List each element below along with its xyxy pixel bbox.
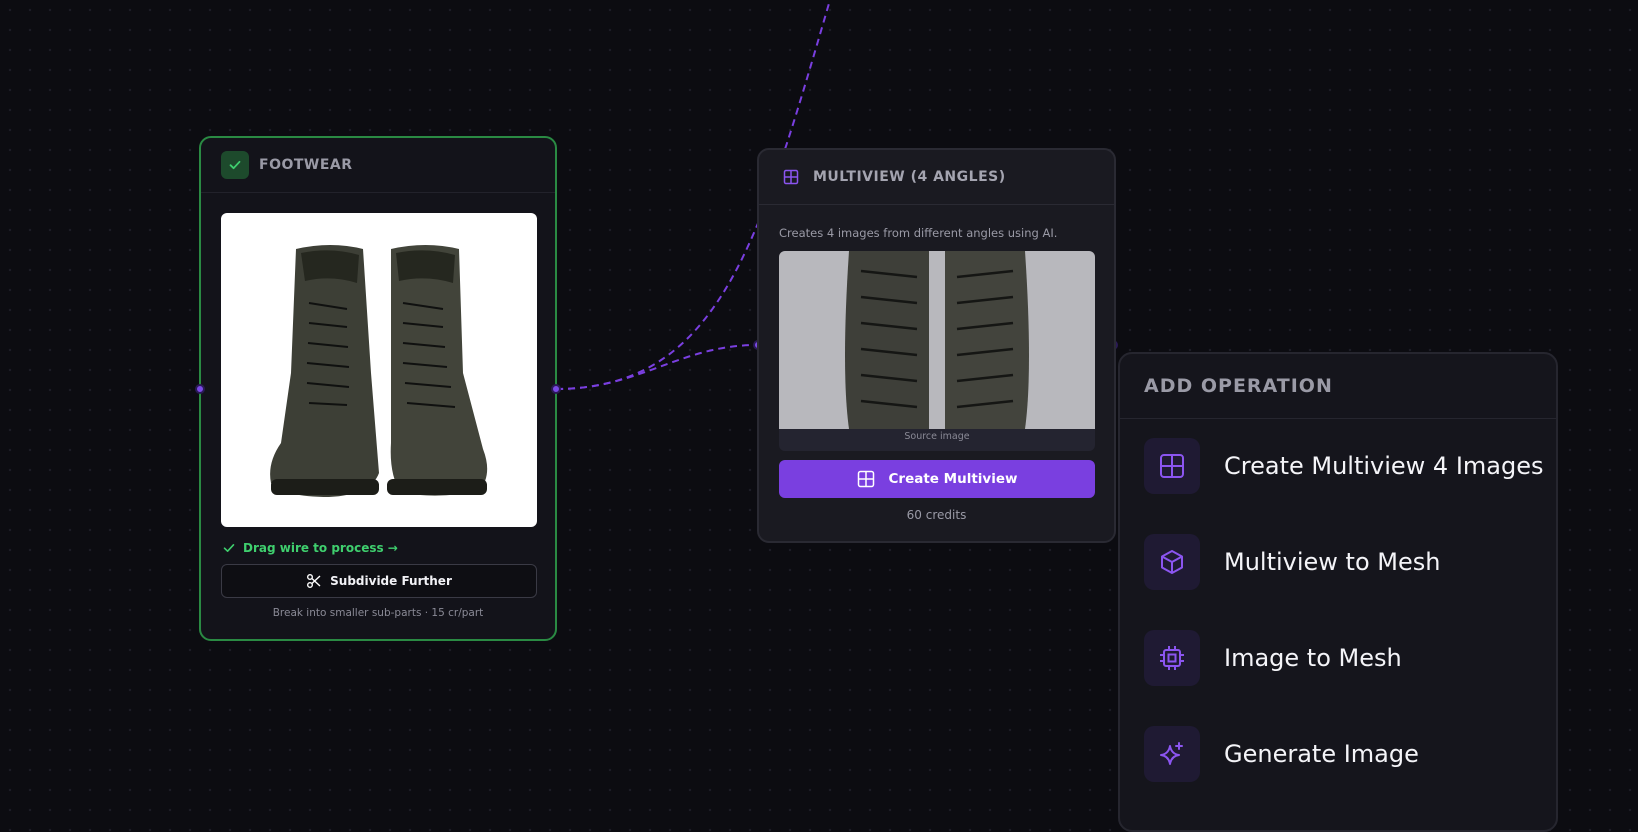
sparkle-icon <box>1144 726 1200 782</box>
op-label: Image to Mesh <box>1224 644 1402 672</box>
wire-footwear-to-multiview <box>555 344 758 390</box>
op-generate-image[interactable]: Generate Image <box>1144 726 1419 782</box>
create-multiview-label: Create Multiview <box>888 471 1018 487</box>
footwear-status-text: Drag wire to process → <box>243 541 398 555</box>
grid-icon <box>1144 438 1200 494</box>
op-label: Generate Image <box>1224 740 1419 768</box>
footwear-node-title: FOOTWEAR <box>259 157 353 173</box>
multiview-description: Creates 4 images from different angles u… <box>779 226 1058 240</box>
footwear-input-port[interactable] <box>195 384 205 394</box>
multiview-node-header[interactable]: MULTIVIEW (4 ANGLES) <box>759 150 1114 205</box>
scissors-icon <box>307 574 321 588</box>
footwear-node[interactable]: FOOTWEAR Drag wire to process → Subdivid… <box>199 136 557 641</box>
op-label: Create Multiview 4 Images <box>1224 452 1544 480</box>
source-image-caption: Source image <box>904 431 970 442</box>
grid-icon <box>783 169 799 185</box>
add-operation-title: ADD OPERATION <box>1120 354 1556 419</box>
chip-icon <box>1144 630 1200 686</box>
op-create-multiview[interactable]: Create Multiview 4 Images <box>1144 438 1544 494</box>
subdivide-further-button[interactable]: Subdivide Further <box>221 564 537 598</box>
multiview-node[interactable]: MULTIVIEW (4 ANGLES) Creates 4 images fr… <box>757 148 1116 543</box>
subdivide-note: Break into smaller sub-parts · 15 cr/par… <box>272 607 484 619</box>
credits-cost: 60 credits <box>906 508 967 522</box>
subdivide-further-label: Subdivide Further <box>330 574 452 588</box>
add-operation-panel: ADD OPERATION Create Multiview 4 Images … <box>1118 352 1558 832</box>
op-multiview-to-mesh[interactable]: Multiview to Mesh <box>1144 534 1440 590</box>
multiview-node-title: MULTIVIEW (4 ANGLES) <box>813 169 1006 185</box>
grid-icon <box>857 470 874 488</box>
create-multiview-button[interactable]: Create Multiview <box>779 460 1095 498</box>
footwear-status: Drag wire to process → <box>223 541 398 555</box>
footwear-output-port[interactable] <box>551 384 561 394</box>
cube-icon <box>1144 534 1200 590</box>
op-image-to-mesh[interactable]: Image to Mesh <box>1144 630 1402 686</box>
footwear-image <box>221 213 537 527</box>
footwear-node-header[interactable]: FOOTWEAR <box>201 138 555 193</box>
op-label: Multiview to Mesh <box>1224 548 1441 576</box>
source-image-frame: Source image <box>779 251 1095 451</box>
source-image <box>779 251 1095 429</box>
check-icon <box>221 151 249 179</box>
check-icon <box>223 544 235 552</box>
